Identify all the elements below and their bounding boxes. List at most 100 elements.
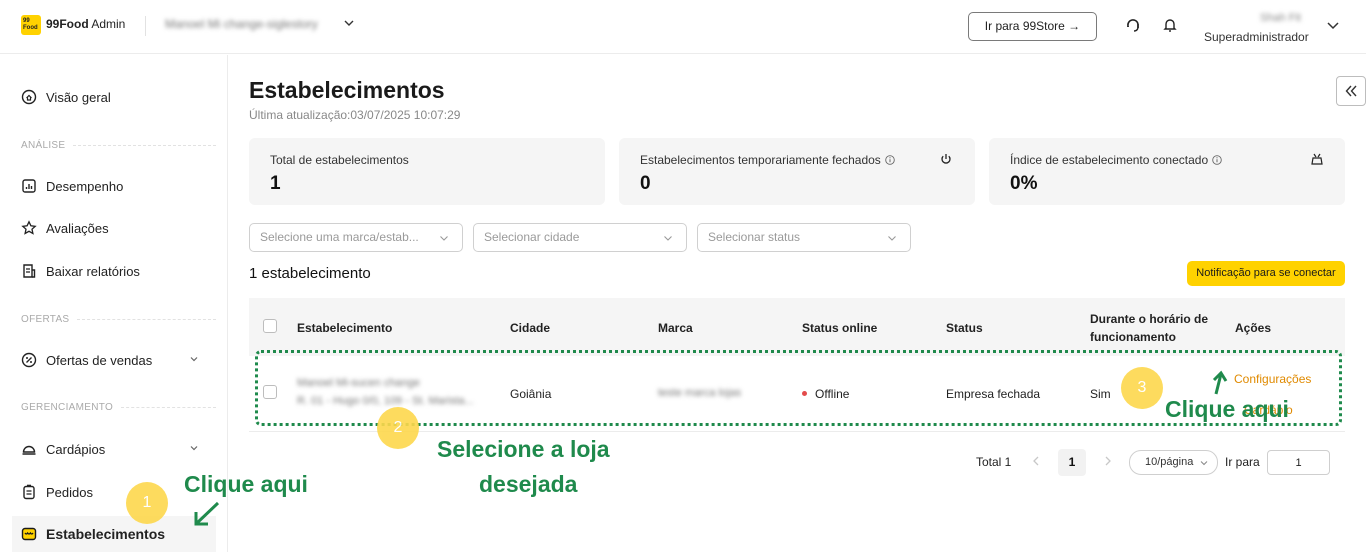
brand-cell: teste marca lojas [658,387,742,399]
column-header-establishment: Estabelecimento [297,321,393,335]
headset-icon[interactable] [1124,16,1142,34]
sidebar-item-reviews[interactable]: Avaliações [12,210,216,246]
notify-connect-button[interactable]: Notificação para se conectar [1187,261,1345,286]
sidebar-item-download-reports[interactable]: Baixar relatórios [12,253,216,289]
filter-placeholder: Selecionar cidade [484,230,580,244]
sidebar-item-performance[interactable]: Desempenho [12,168,216,204]
app-brand: 99Food [46,17,89,31]
user-role: Superadministrador [1204,30,1309,44]
online-status-text: Offline [815,387,850,401]
annotation-click-here-settings: Clique aqui [1165,396,1289,422]
sidebar-item-label: Avaliações [46,220,109,236]
cloche-icon [22,445,36,455]
online-status-cell: Offline [802,387,849,401]
page-title: Estabelecimentos [249,77,445,103]
sidebar-item-label: Estabelecimentos [46,526,166,542]
top-header: 99 Food 99Food Admin Manoel Mi change-si… [0,0,1366,54]
section-label-offers: OFERTAS [21,314,216,325]
stat-label: Total de estabelecimentos [270,153,409,167]
offline-status-dot [802,391,807,396]
establishment-count: 1 estabelecimento [249,265,371,282]
chevron-down-icon[interactable] [1326,18,1340,32]
establishment-name[interactable]: Manoel Mi-sucen change [297,377,420,389]
pagination-total: Total 1 [976,455,1012,469]
star-icon [21,220,37,235]
chevron-down-icon[interactable] [342,16,356,30]
app-name: 99Food Admin [46,17,125,31]
user-name: Shah Fit [1260,12,1301,24]
step-marker-3: 3 [1121,367,1163,409]
step-marker-2: 2 [377,407,419,449]
stat-label: Índice de estabelecimento conectado [1010,153,1222,167]
store-connect-icon [1311,153,1323,165]
filter-placeholder: Selecionar status [708,230,801,244]
stat-label-text: Índice de estabelecimento conectado [1010,153,1209,167]
chevron-down-icon [664,236,672,241]
filter-placeholder: Selecione uma marca/estab... [260,230,419,244]
header-divider [145,16,146,36]
annotation-click-here-sidebar: Clique aqui [184,471,308,497]
app-suffix: Admin [91,17,126,31]
page-size-value: 10/página [1145,456,1194,468]
section-label-analysis: ANÁLISE [21,140,216,151]
stat-value: 0% [1010,173,1038,194]
arrow-down-left-icon [194,501,220,526]
column-header-during-hours-line2: funcionamento [1090,330,1176,344]
during-hours-cell: Sim [1090,387,1111,401]
store-icon [21,527,37,541]
chevron-down-icon [888,236,896,241]
sidebar-item-establishments[interactable]: Estabelecimentos [12,516,216,552]
stat-card-connected-index: Índice de estabelecimento conectado 0% [989,138,1345,205]
chevron-right-icon[interactable] [1101,454,1115,468]
goto-page-input[interactable] [1267,450,1330,475]
pagination-page-current[interactable]: 1 [1058,449,1086,476]
city-cell: Goiânia [510,387,552,401]
brand-establishment-filter[interactable]: Selecione uma marca/estab... [249,223,463,252]
clipboard-icon [23,484,35,500]
sidebar-item-overview[interactable]: Visão geral [12,79,216,115]
column-header-status: Status [946,321,983,335]
go-to-99store-button[interactable]: Ir para 99Store → [968,12,1097,41]
column-header-city: Cidade [510,321,551,335]
arrow-up-icon [1212,370,1228,395]
column-header-actions: Ações [1235,321,1272,335]
table-header: Estabelecimento Cidade Marca Status onli… [249,298,1345,356]
chart-icon [22,179,36,193]
stat-card-temporarily-closed: Estabelecimentos temporariamente fechado… [619,138,975,205]
status-filter[interactable]: Selecionar status [697,223,911,252]
row-checkbox[interactable] [263,385,277,399]
sidebar-item-sales-offers[interactable]: Ofertas de vendas [12,342,216,378]
column-header-during-hours-line1: Durante o horário de [1090,312,1209,326]
last-update-text: Última atualização:03/07/2025 10:07:29 [249,108,461,122]
double-chevron-left-icon [1345,85,1357,97]
chevron-down-icon [440,236,448,241]
app-logo[interactable]: 99 Food [21,15,41,35]
store-selector[interactable]: Manoel Mi change-siglestory [165,17,318,31]
column-header-online-status: Status online [802,321,878,335]
stat-value: 1 [270,173,281,194]
select-all-checkbox[interactable] [263,319,277,333]
stat-value: 0 [640,173,651,194]
page-size-select[interactable]: 10/página [1129,450,1218,475]
collapse-panel-button[interactable] [1336,76,1366,106]
info-icon[interactable] [1212,155,1222,165]
annotation-select-store-line1: Selecione a loja [437,436,610,462]
sidebar-item-menus[interactable]: Cardápios [12,431,216,467]
chevron-left-icon[interactable] [1029,454,1043,468]
chevron-down-icon[interactable] [188,442,200,454]
sidebar-item-label: Visão geral [46,89,111,105]
status-cell: Empresa fechada [946,387,1041,401]
info-icon[interactable] [885,155,895,165]
home-icon [21,89,37,105]
chevron-down-icon[interactable] [188,353,200,365]
city-filter[interactable]: Selecionar cidade [473,223,687,252]
report-icon [23,264,36,278]
sidebar-item-label: Baixar relatórios [46,263,140,279]
sidebar-item-label: Ofertas de vendas [46,352,153,368]
establishment-address: R. 01 - Hugo 0/0, 109 - St. Marista... [297,395,474,407]
bell-icon[interactable] [1161,16,1179,34]
discount-icon [21,352,37,368]
sidebar-item-label: Cardápios [46,441,106,457]
stat-label-text: Estabelecimentos temporariamente fechado… [640,153,881,167]
settings-link[interactable]: Configurações [1234,372,1311,386]
